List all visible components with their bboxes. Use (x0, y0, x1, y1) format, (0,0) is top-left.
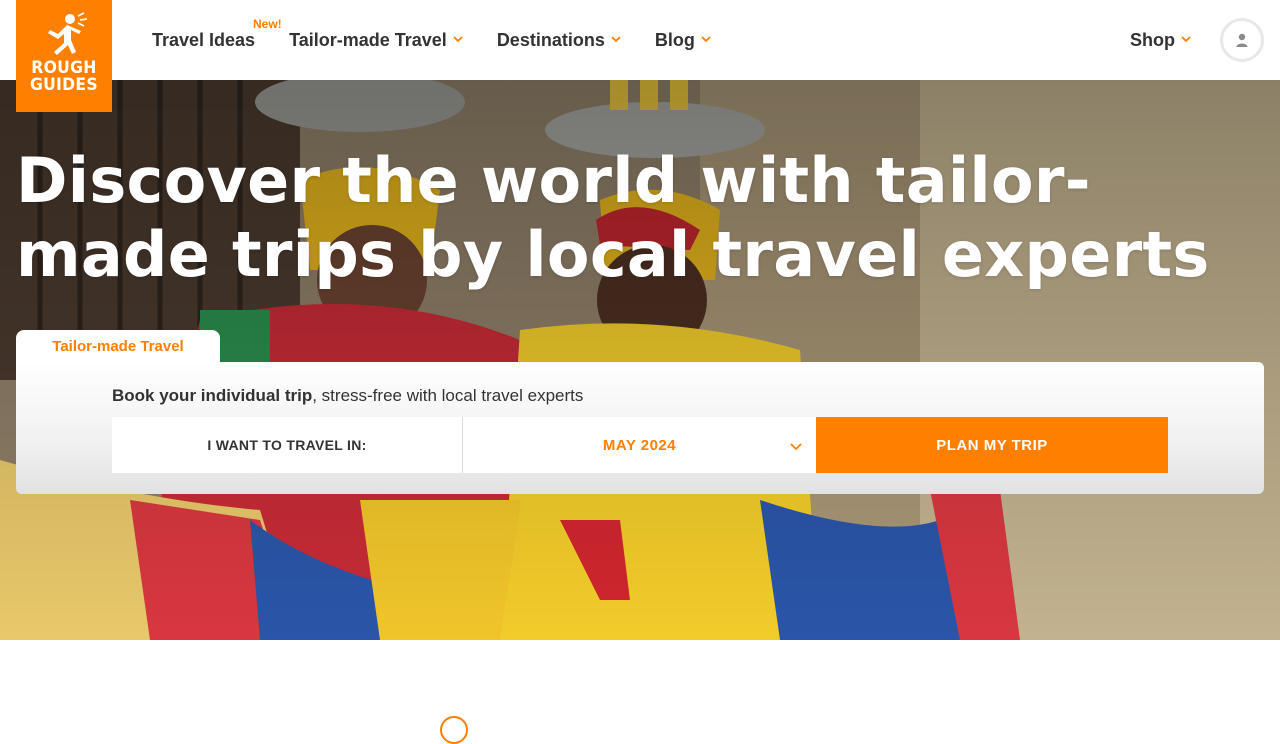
nav-item-label: Destinations (496, 29, 605, 50)
site-logo[interactable]: ROUGH GUIDES (16, 0, 112, 112)
booking-tagline-bold: Book your individual trip (112, 386, 313, 405)
below-fold-section (0, 640, 1280, 744)
new-badge: New! (253, 17, 282, 31)
chevron-down-icon (1181, 36, 1191, 43)
nav-item-shop[interactable]: Shop (1130, 0, 1191, 80)
chevron-down-icon (611, 36, 621, 43)
chevron-down-icon (701, 36, 711, 43)
main-nav: Travel Ideas New! Tailor-made Travel Des… (152, 0, 745, 80)
running-man-logo-icon (48, 12, 88, 55)
booking-form: I WANT TO TRAVEL IN: MAY 2024 PLAN MY TR… (112, 417, 1168, 473)
booking-tagline: Book your individual trip, stress-free w… (112, 386, 583, 406)
nav-item-label: Blog (654, 29, 695, 50)
nav-item-destinations[interactable]: Destinations (497, 0, 621, 80)
logo-wordmark: ROUGH GUIDES (30, 58, 98, 95)
travel-month-select[interactable]: MAY 2024 (463, 417, 816, 473)
nav-item-label: Tailor-made Travel (289, 29, 447, 50)
plan-my-trip-button[interactable]: PLAN MY TRIP (816, 417, 1168, 473)
site-header: Travel Ideas New! Tailor-made Travel Des… (0, 0, 1280, 80)
nav-item-travel-ideas[interactable]: Travel Ideas New! (152, 0, 282, 80)
booking-tagline-rest: , stress-free with local travel experts (312, 386, 584, 405)
travel-month-label: I WANT TO TRAVEL IN: (112, 417, 463, 473)
nav-item-label: Shop (1130, 29, 1175, 50)
nav-item-blog[interactable]: Blog (655, 0, 711, 80)
hero-title: Discover the world with tailor-made trip… (16, 144, 1210, 291)
chevron-down-icon (453, 36, 463, 43)
account-button[interactable] (1220, 18, 1264, 62)
travel-month-value: MAY 2024 (602, 436, 677, 454)
booking-widget: Book your individual trip, stress-free w… (16, 362, 1264, 494)
nav-item-tailor-made-travel[interactable]: Tailor-made Travel (289, 0, 463, 80)
tab-tailor-made-travel[interactable]: Tailor-made Travel (16, 330, 220, 363)
partial-circle-icon (440, 716, 468, 744)
user-icon (1236, 33, 1248, 47)
chevron-down-icon (790, 443, 802, 451)
nav-item-label: Travel Ideas (152, 29, 256, 50)
